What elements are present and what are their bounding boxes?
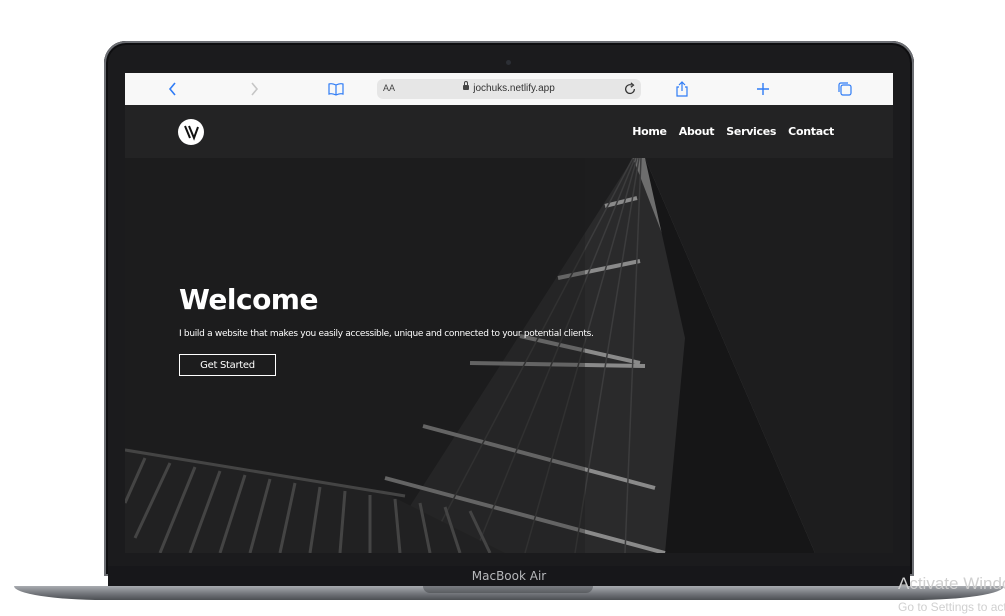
lock-icon bbox=[463, 81, 470, 90]
browser-toolbar: AA jochuks.netlify.app bbox=[125, 73, 893, 106]
hero-description: I build a website that makes you easily … bbox=[179, 329, 594, 339]
plus-icon[interactable] bbox=[755, 81, 771, 97]
nav-services-link[interactable]: Services bbox=[726, 125, 776, 138]
website: Home About Services Contact Welcome I bu… bbox=[125, 105, 893, 553]
chevron-right-icon[interactable] bbox=[246, 81, 262, 97]
share-icon[interactable] bbox=[674, 81, 690, 97]
logo-icon[interactable] bbox=[178, 119, 204, 145]
address-bar[interactable]: AA jochuks.netlify.app bbox=[377, 79, 641, 99]
tabs-icon[interactable] bbox=[837, 81, 853, 97]
url-text: jochuks.netlify.app bbox=[473, 83, 555, 94]
laptop-chin: MacBook Air bbox=[108, 566, 910, 588]
model-label: MacBook Air bbox=[471, 569, 547, 583]
laptop-screen: AA jochuks.netlify.app Home About Servic… bbox=[125, 73, 893, 553]
nav-about-link[interactable]: About bbox=[679, 125, 715, 138]
chevron-left-icon[interactable] bbox=[165, 81, 181, 97]
site-navbar: Home About Services Contact bbox=[125, 105, 893, 158]
nav-contact-link[interactable]: Contact bbox=[788, 125, 834, 138]
site-nav: Home About Services Contact bbox=[632, 125, 834, 138]
camera-icon bbox=[506, 60, 511, 65]
get-started-button[interactable]: Get Started bbox=[179, 354, 276, 376]
reload-icon[interactable] bbox=[623, 82, 637, 96]
book-icon[interactable] bbox=[328, 81, 344, 97]
hero-title: Welcome bbox=[179, 283, 318, 316]
activate-windows-subtitle: Go to Settings to activate Windows. bbox=[898, 600, 1005, 614]
nav-home-link[interactable]: Home bbox=[632, 125, 667, 138]
laptop-notch bbox=[423, 586, 593, 593]
